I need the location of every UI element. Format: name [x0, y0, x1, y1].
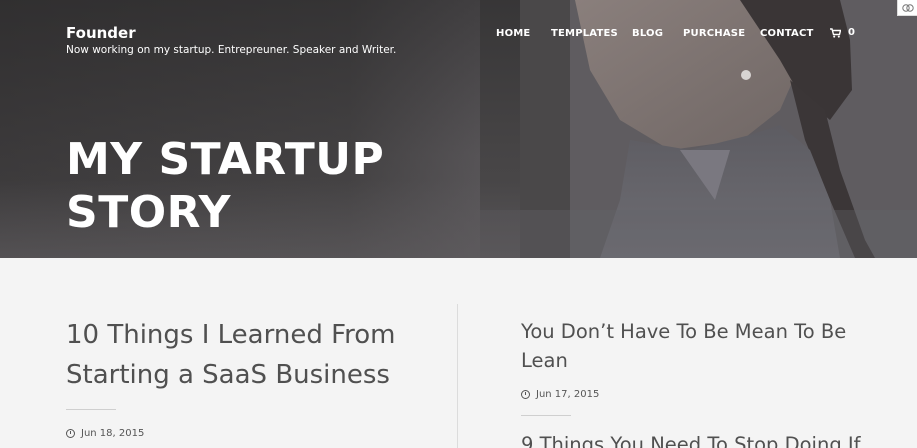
post-date-text: Jun 17, 2015: [536, 389, 600, 400]
divider: [521, 415, 571, 416]
post-title[interactable]: 9 Things You Need To Stop Doing If: [521, 430, 881, 448]
site-tagline: Now working on my startup. Entrepreuner.…: [66, 44, 397, 56]
site-title[interactable]: Founder: [66, 24, 136, 42]
nav-purchase[interactable]: PURCHASE: [683, 28, 745, 39]
clock-icon: [66, 429, 75, 438]
cart-button[interactable]: 0: [830, 27, 855, 38]
nav-templates[interactable]: TEMPLATES: [551, 28, 618, 39]
column-divider: [457, 304, 458, 448]
page-title: MY STARTUP STORY: [66, 134, 385, 238]
nav-blog[interactable]: BLOG: [632, 28, 663, 39]
post-date: Jun 18, 2015: [66, 428, 144, 439]
toggle-button[interactable]: [897, 0, 917, 16]
nav-contact[interactable]: CONTACT: [760, 28, 814, 39]
cart-icon: [830, 27, 841, 38]
post-title[interactable]: You Don’t Have To Be Mean To Be Lean: [521, 317, 861, 375]
post-title[interactable]: 10 Things I Learned From Starting a SaaS…: [66, 315, 426, 395]
toggle-icon: [901, 3, 914, 12]
post-date-text: Jun 18, 2015: [81, 428, 145, 439]
divider: [66, 409, 116, 410]
nav-home[interactable]: HOME: [496, 28, 530, 39]
post-date: Jun 17, 2015: [521, 389, 599, 400]
clock-icon: [521, 390, 530, 399]
hero-header: Founder Now working on my startup. Entre…: [0, 0, 917, 258]
cart-count: 0: [848, 27, 855, 38]
